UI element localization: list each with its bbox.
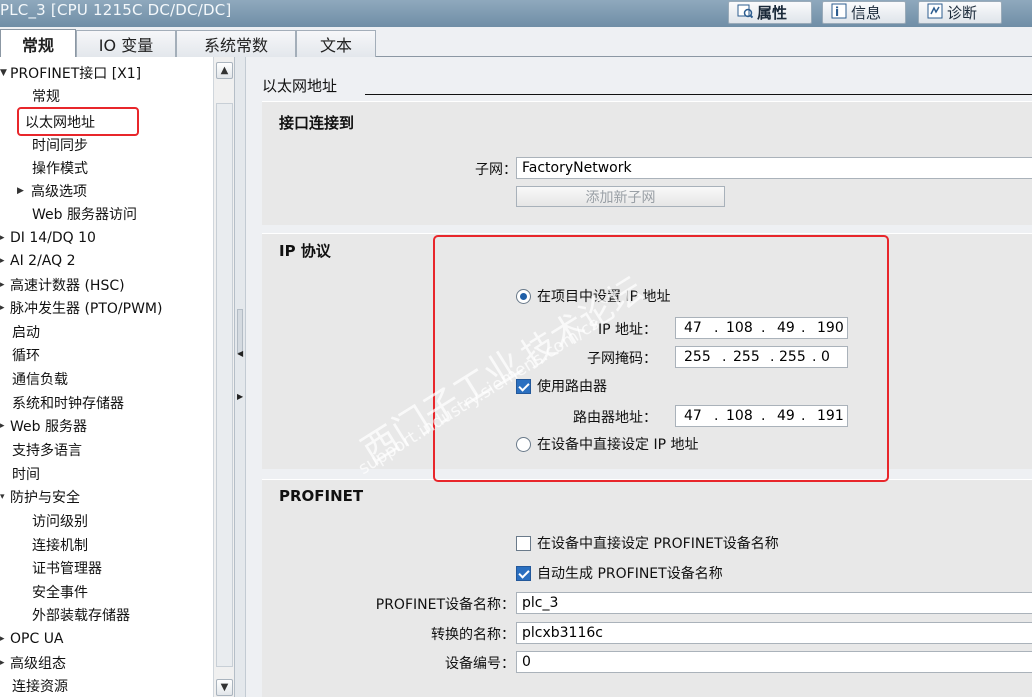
expand-right-icon: ▸ xyxy=(0,232,5,243)
tree-item-certificate-manager[interactable]: 证书管理器 xyxy=(32,556,102,579)
expand-right-icon: ▸ xyxy=(0,279,5,290)
section-divider xyxy=(365,94,1032,95)
tree-item-comm-load[interactable]: 通信负载 xyxy=(12,367,68,390)
collapse-left-icon[interactable]: ◀ xyxy=(237,349,243,358)
info-icon: i xyxy=(831,3,847,23)
set-profinet-name-on-device-option[interactable]: 在设备中直接设定 PROFINET设备名称 xyxy=(516,533,779,553)
converted-name-label: 转换的名称： xyxy=(431,627,515,643)
tree-item-web-server[interactable]: ▸ Web 服务器 xyxy=(0,414,87,437)
tree-item-advanced-config[interactable]: ▸ 高级组态 xyxy=(0,651,66,674)
scroll-up-icon[interactable]: ▲ xyxy=(216,62,233,79)
collapse-right-icon[interactable]: ▶ xyxy=(237,392,243,401)
tab-system-constants[interactable]: 系统常数 xyxy=(176,30,296,57)
tree-item-time-sync[interactable]: 时间同步 xyxy=(32,133,88,156)
diagnostics-label: 诊断 xyxy=(947,4,978,22)
expand-right-icon: ▸ xyxy=(0,302,5,313)
tree-item-external-load-memory[interactable]: 外部装载存储器 xyxy=(32,603,130,626)
device-number-label: 设备编号： xyxy=(445,656,515,672)
expand-right-icon: ▸ xyxy=(0,657,5,668)
tree-item-time[interactable]: 时间 xyxy=(12,462,40,485)
expand-down-icon: ▼ xyxy=(0,67,7,78)
tree-item-protection-security[interactable]: ▾ 防护与安全 xyxy=(0,485,80,508)
device-number-field: 0 xyxy=(516,651,1032,673)
highlight-annotation xyxy=(433,235,889,482)
navigation-tree: ▼ PROFINET接口 [X1] 常规 以太网地址 时间同步 操作模式 ▶ 高级选… xyxy=(0,57,235,697)
scroll-thumb[interactable] xyxy=(216,103,233,667)
tree-item-di-dq[interactable]: ▸ DI 14/DQ 10 xyxy=(0,226,96,249)
tab-general[interactable]: 常规 xyxy=(0,29,76,57)
profinet-group: PROFINET 在设备中直接设定 PROFINET设备名称 自动生成 PROF… xyxy=(262,479,1032,697)
interface-heading: 接口连接到 xyxy=(279,114,355,132)
panel-splitter[interactable]: ◀ ▶ xyxy=(235,57,246,697)
expand-right-icon: ▸ xyxy=(0,420,5,431)
scroll-down-icon[interactable]: ▼ xyxy=(216,679,233,696)
properties-label: 属性 xyxy=(757,4,788,22)
tree-item-system-clock-memory[interactable]: 系统和时钟存储器 xyxy=(12,391,124,414)
tree-item-advanced-options[interactable]: ▶ 高级选项 xyxy=(17,179,87,202)
device-name-field[interactable]: plc_3 xyxy=(516,592,1032,614)
properties-button[interactable]: 属性 xyxy=(728,1,812,24)
tree-item-pto-pwm[interactable]: ▸ 脉冲发生器 (PTO/PWM) xyxy=(0,296,162,319)
tree-item-connection-resources[interactable]: 连接资源 xyxy=(12,674,68,697)
converted-name-field: plcxb3116c xyxy=(516,622,1032,644)
tree-item-ethernet-address[interactable]: 以太网地址 xyxy=(17,107,139,136)
expand-right-icon: ▸ xyxy=(0,255,5,266)
auto-generate-profinet-name-option[interactable]: 自动生成 PROFINET设备名称 xyxy=(516,563,723,583)
tree-item-ai-aq[interactable]: ▸ AI 2/AQ 2 xyxy=(0,249,76,272)
info-label: 信息 xyxy=(851,4,882,22)
tree-item-connection-mechanisms[interactable]: 连接机制 xyxy=(32,533,88,556)
title-bar: PLC_3 [CPU 1215C DC/DC/DC] 属性 i 信息 诊断 xyxy=(0,0,1032,27)
tree-item-access-level[interactable]: 访问级别 xyxy=(32,509,88,532)
tab-texts[interactable]: 文本 xyxy=(296,30,376,57)
tab-io-tags[interactable]: IO 变量 xyxy=(76,30,176,57)
add-subnet-button[interactable]: 添加新子网 xyxy=(516,186,725,207)
tree-item-profinet-interface[interactable]: ▼ PROFINET接口 [X1] xyxy=(0,61,141,84)
tree-item-security-events[interactable]: 安全事件 xyxy=(32,580,88,603)
tree-item-general[interactable]: 常规 xyxy=(32,84,60,107)
expand-right-icon: ▸ xyxy=(0,633,5,644)
tree-item-hsc[interactable]: ▸ 高速计数器 (HSC) xyxy=(0,273,125,296)
tree-item-operating-mode[interactable]: 操作模式 xyxy=(32,156,88,179)
tree-item-cycle[interactable]: 循环 xyxy=(12,343,40,366)
tab-bar: 常规 IO 变量 系统常数 文本 xyxy=(0,27,1032,57)
expand-down-icon: ▾ xyxy=(0,491,5,502)
tree-item-startup[interactable]: 启动 xyxy=(12,320,40,343)
tree-scrollbar[interactable]: ▲ ▼ xyxy=(213,57,234,697)
checkbox-checked-icon xyxy=(516,565,531,581)
properties-icon xyxy=(737,3,754,23)
ip-protocol-heading: IP 协议 xyxy=(279,242,331,260)
tree-item-web-server-access[interactable]: Web 服务器访问 xyxy=(32,202,137,225)
info-button[interactable]: i 信息 xyxy=(822,1,906,24)
subnet-label: 子网： xyxy=(475,162,517,178)
subnet-field[interactable]: FactoryNetwork xyxy=(516,157,1032,179)
svg-text:i: i xyxy=(835,5,839,19)
diagnostics-icon xyxy=(927,3,943,23)
splitter-grip[interactable] xyxy=(237,309,243,353)
diagnostics-button[interactable]: 诊断 xyxy=(918,1,1002,24)
device-name-label: PROFINET设备名称： xyxy=(375,597,515,613)
tree-item-opc-ua[interactable]: ▸ OPC UA xyxy=(0,627,64,650)
profinet-heading: PROFINET xyxy=(279,487,364,505)
interface-connection-group: 接口连接到 子网： FactoryNetwork 添加新子网 xyxy=(262,101,1032,225)
tree-item-multilanguage[interactable]: 支持多语言 xyxy=(12,438,82,461)
checkbox-unchecked-icon xyxy=(516,535,531,551)
expand-right-icon: ▶ xyxy=(17,185,24,196)
section-title: 以太网地址 xyxy=(262,77,338,95)
window-title: PLC_3 [CPU 1215C DC/DC/DC] xyxy=(0,1,232,19)
